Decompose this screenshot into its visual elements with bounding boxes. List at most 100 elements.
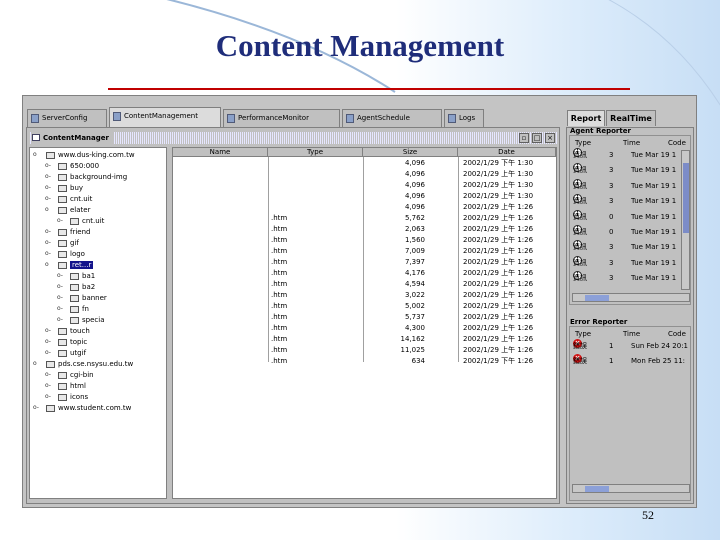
- tree-toggle-icon[interactable]: o-: [45, 240, 53, 246]
- tree-node[interactable]: o-logo: [45, 249, 85, 260]
- table-row[interactable]: fn.htm.htm14,1622002/1/29 上午 1:26: [173, 335, 556, 343]
- tree-node[interactable]: o-topic: [45, 337, 87, 348]
- tree-node[interactable]: o-icons: [45, 392, 88, 403]
- report-row[interactable]: i 資訊 0 Tue Mar 19 1: [572, 209, 684, 225]
- tree-node[interactable]: o-www.student.com.tw: [33, 403, 131, 414]
- tree-node[interactable]: o elater: [45, 205, 90, 216]
- tab-agent-schedule[interactable]: AgentSchedule: [342, 109, 442, 127]
- tree-toggle-icon[interactable]: o: [33, 152, 41, 158]
- tree-toggle-icon[interactable]: o-: [45, 251, 53, 257]
- tree-node[interactable]: o-touch: [45, 326, 90, 337]
- report-row[interactable]: × 錯誤 1 Sun Feb 24 20:1: [572, 339, 688, 354]
- column-header-name[interactable]: Name: [173, 148, 268, 157]
- scroll-thumb[interactable]: [683, 163, 689, 233]
- table-row[interactable]: 100-2.htm.htm5,7622002/1/29 上午 1:26: [173, 214, 556, 222]
- tree-toggle-icon[interactable]: o-: [57, 317, 65, 323]
- tab-content-management[interactable]: ContentManagement: [109, 107, 221, 128]
- tree-toggle-icon[interactable]: o-: [45, 185, 53, 191]
- report-row[interactable]: i 資訊 3 Tue Mar 19 1: [572, 178, 684, 194]
- table-row[interactable]: 100.htm.htm1,5602002/1/29 上午 1:26: [173, 236, 556, 244]
- tree-toggle-icon[interactable]: o-: [45, 383, 53, 389]
- report-row[interactable]: × 錯誤 1 Mon Feb 25 11:: [572, 354, 685, 369]
- report-row[interactable]: i 資訊 3 Tue Mar 19 1: [572, 255, 684, 271]
- tab-report[interactable]: Report: [567, 110, 605, 126]
- report-row[interactable]: i 資訊 3 Tue Mar 19 1: [572, 240, 684, 255]
- tree-node[interactable]: o-cnt.uit: [57, 216, 104, 227]
- tree-toggle-icon[interactable]: o-: [45, 196, 53, 202]
- table-row[interactable]: index.htm.htm6342002/1/29 下午 1:26: [173, 357, 556, 365]
- tree-node[interactable]: o-banner: [57, 293, 107, 304]
- internal-frame-titlebar[interactable]: ContentManager ▫ □ ×: [29, 132, 557, 144]
- tree-node[interactable]: o www.dus-king.com.tw: [33, 150, 135, 161]
- tree-node[interactable]: o-buy: [45, 183, 83, 194]
- close-button[interactable]: ×: [545, 133, 555, 143]
- report-row[interactable]: i 資訊 3 Tue Mar 19 1: [572, 163, 684, 178]
- tree-node[interactable]: o-html: [45, 381, 86, 392]
- column-header-date[interactable]: Date: [458, 148, 556, 157]
- tree-toggle-icon[interactable]: o: [45, 262, 53, 268]
- minimize-button[interactable]: ▫: [519, 133, 529, 143]
- tab-server-config[interactable]: ServerConfig: [27, 109, 107, 127]
- tree-node[interactable]: o-friend: [45, 227, 90, 238]
- agent-col-code[interactable]: Code: [668, 139, 686, 147]
- report-row[interactable]: i 資訊 0 Tue Mar 19 1: [572, 225, 684, 240]
- scroll-thumb[interactable]: [585, 295, 609, 301]
- tree-toggle-icon[interactable]: o: [45, 207, 53, 213]
- tree-toggle-icon[interactable]: o-: [45, 350, 53, 356]
- tree-node[interactable]: o-cgi-bin: [45, 370, 94, 381]
- tab-performance-monitor[interactable]: PerformanceMonitor: [223, 109, 340, 127]
- error-col-type[interactable]: Type: [575, 330, 591, 338]
- tree-node[interactable]: o-fn: [57, 304, 89, 315]
- table-row[interactable]: 200.htm.htm7,3972002/1/29 上午 1:26: [173, 258, 556, 266]
- tree-toggle-icon[interactable]: o-: [57, 306, 65, 312]
- maximize-button[interactable]: □: [532, 133, 542, 143]
- tree-node[interactable]: o-specia: [57, 315, 104, 326]
- tab-realtime[interactable]: RealTime: [606, 110, 656, 126]
- tree-node[interactable]: o-cnt.uit: [45, 194, 92, 205]
- table-row[interactable]: ba14,0962002/1/29 下午 1:30: [173, 159, 556, 167]
- agent-horizontal-scrollbar[interactable]: [572, 293, 690, 302]
- table-row[interactable]: 600.htm.htm4,1762002/1/29 上午 1:26: [173, 269, 556, 277]
- table-row[interactable]: 200-2.htm.htm7,0092002/1/29 上午 1:26: [173, 247, 556, 255]
- tree-node[interactable]: o-ba2: [57, 282, 95, 293]
- table-row[interactable]: bo.htm.htm5,0022002/1/29 上午 1:26: [173, 302, 556, 310]
- column-header-type[interactable]: Type: [268, 148, 363, 157]
- table-row[interactable]: index-down.htm.htm11,0252002/1/29 上午 1:2…: [173, 346, 556, 354]
- table-row[interactable]: ba24,0962002/1/29 上午 1:30: [173, 170, 556, 178]
- tree-toggle-icon[interactable]: o-: [57, 295, 65, 301]
- error-col-time[interactable]: Time: [623, 330, 640, 338]
- tree-toggle-icon[interactable]: o-: [45, 174, 53, 180]
- tab-logs[interactable]: Logs: [444, 109, 484, 127]
- tree-toggle-icon[interactable]: o-: [45, 372, 53, 378]
- table-row[interactable]: 88-2.htm.htm4,5942002/1/29 上午 1:26: [173, 280, 556, 288]
- tree-node[interactable]: o-background-img: [45, 172, 127, 183]
- tree-toggle-icon[interactable]: o-: [45, 163, 53, 169]
- tree-node[interactable]: o pds.cse.nsysu.edu.tw: [33, 359, 133, 370]
- table-row[interactable]: 100-3.htm.htm2,0632002/1/29 上午 1:26: [173, 225, 556, 233]
- tree-toggle-icon[interactable]: o-: [33, 405, 41, 411]
- error-col-code[interactable]: Code: [668, 330, 686, 338]
- tree-node[interactable]: o-gif: [45, 238, 79, 249]
- error-horizontal-scrollbar[interactable]: [572, 484, 690, 493]
- column-header-size[interactable]: Size: [363, 148, 458, 157]
- table-row[interactable]: special4,0962002/1/29 上午 1:26: [173, 203, 556, 211]
- tree-node[interactable]: o-utgif: [45, 348, 86, 359]
- tree-toggle-icon[interactable]: o-: [45, 229, 53, 235]
- tree-toggle-icon[interactable]: o-: [57, 273, 65, 279]
- tree-toggle-icon[interactable]: o: [33, 361, 41, 367]
- agent-col-type[interactable]: Type: [575, 139, 591, 147]
- tree-toggle-icon[interactable]: o-: [57, 284, 65, 290]
- table-row[interactable]: fn4,0962002/1/29 上午 1:30: [173, 192, 556, 200]
- tree-toggle-icon[interactable]: o-: [57, 218, 65, 224]
- agent-vertical-scrollbar[interactable]: [681, 150, 690, 290]
- report-row[interactable]: i 資訊 3 Tue Mar 19 1: [572, 194, 684, 209]
- table-row[interactable]: fn-2.htm.htm5,7372002/1/29 上午 1:26: [173, 313, 556, 321]
- tree-toggle-icon[interactable]: o-: [45, 394, 53, 400]
- table-row[interactable]: banner4,0962002/1/29 上午 1:30: [173, 181, 556, 189]
- tree-node[interactable]: o ret...r: [45, 260, 94, 271]
- tree-node[interactable]: o- 650:000: [45, 161, 99, 172]
- table-row[interactable]: 88.htm.htm3,0222002/1/29 上午 1:26: [173, 291, 556, 299]
- report-row[interactable]: i 資訊 3 Tue Mar 19 1: [572, 271, 684, 286]
- scroll-thumb[interactable]: [585, 486, 609, 492]
- agent-col-time[interactable]: Time: [623, 139, 640, 147]
